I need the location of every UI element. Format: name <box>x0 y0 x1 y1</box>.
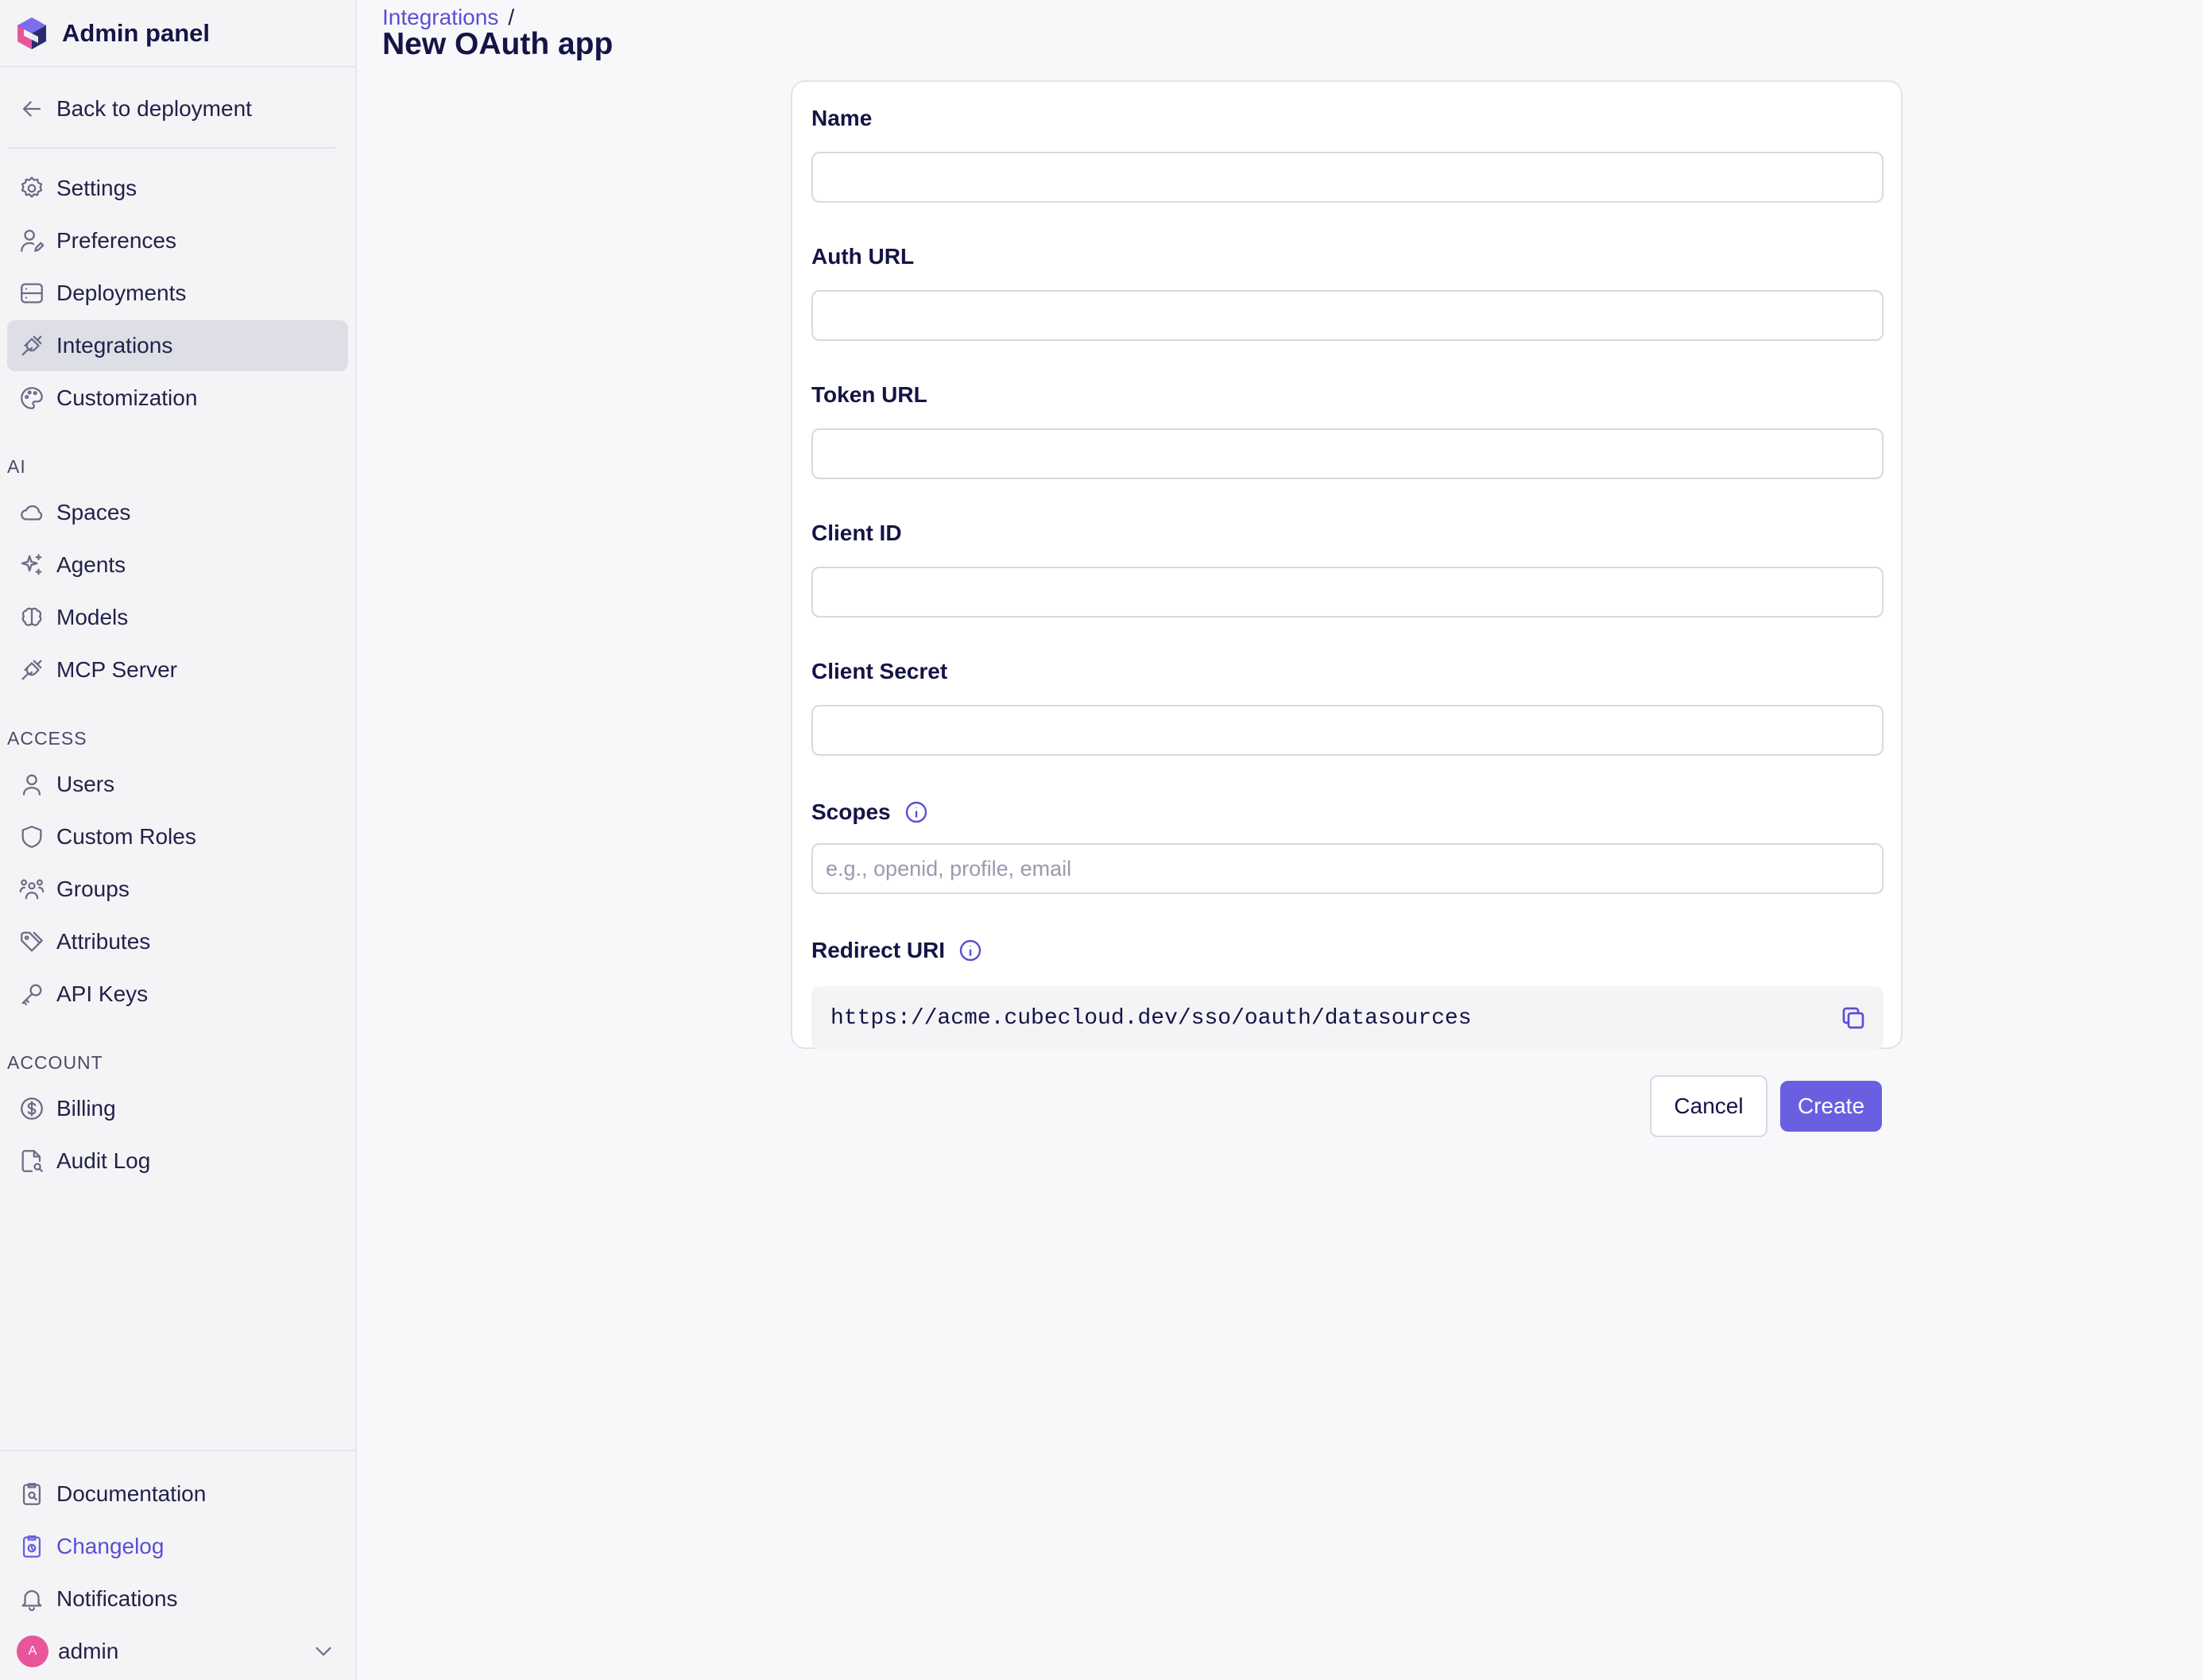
sidebar-item-label: Attributes <box>56 929 151 954</box>
doc-search-icon <box>18 1481 45 1508</box>
copy-icon[interactable] <box>1839 1004 1868 1032</box>
info-icon[interactable] <box>904 799 929 825</box>
sidebar-item-label: Custom Roles <box>56 824 196 849</box>
key-icon <box>18 981 45 1008</box>
create-button[interactable]: Create <box>1780 1081 1882 1132</box>
sidebar-item-custom-roles[interactable]: Custom Roles <box>7 811 348 862</box>
sidebar-divider <box>7 147 336 149</box>
sidebar-item-mcp-server[interactable]: MCP Server <box>7 645 348 695</box>
arrow-left-icon <box>18 95 45 122</box>
client-secret-input[interactable] <box>811 705 1884 756</box>
user-name: admin <box>58 1639 119 1663</box>
scopes-label-row: Scopes <box>811 794 1882 830</box>
gear-icon <box>18 175 45 202</box>
sidebar-item-label: Deployments <box>56 281 187 305</box>
client-id-input[interactable] <box>811 567 1884 617</box>
sidebar-item-label: Users <box>56 772 115 796</box>
sidebar-item-label: Notifications <box>56 1586 178 1611</box>
sidebar-item-changelog[interactable]: Changelog <box>7 1521 348 1572</box>
section-label-account: ACCOUNT <box>7 1052 103 1073</box>
sidebar-item-label: Settings <box>56 176 137 200</box>
sidebar-footer: Documentation Changelog Notifications A … <box>0 1450 355 1680</box>
redirect-uri-field: https://acme.cubecloud.dev/sso/oauth/dat… <box>811 986 1884 1050</box>
name-input[interactable] <box>811 152 1884 203</box>
sidebar-item-label: Models <box>56 605 129 629</box>
plug-icon <box>18 332 45 359</box>
oauth-app-form: Name Auth URL Token URL Client ID Client… <box>791 80 1903 1137</box>
section-label-ai: AI <box>7 456 26 477</box>
scopes-input[interactable] <box>811 843 1884 894</box>
main-content: Integrations / New OAuth app Name Auth U… <box>357 0 2203 1680</box>
sidebar-item-deployments[interactable]: Deployments <box>7 268 348 319</box>
sidebar-item-agents[interactable]: Agents <box>7 540 348 590</box>
sidebar-item-preferences[interactable]: Preferences <box>7 215 348 266</box>
sidebar-item-label: MCP Server <box>56 657 177 682</box>
redirect-uri-label-row: Redirect URI <box>811 932 1882 969</box>
info-icon[interactable] <box>958 938 983 963</box>
sidebar-item-customization[interactable]: Customization <box>7 373 348 424</box>
client-id-label: Client ID <box>811 521 902 545</box>
sidebar-item-label: Billing <box>56 1096 116 1121</box>
redirect-uri-label: Redirect URI <box>811 938 946 962</box>
user-edit-icon <box>18 227 45 254</box>
back-to-deployment-link[interactable]: Back to deployment <box>7 83 348 134</box>
sparkles-icon <box>18 552 45 579</box>
auth-url-label: Auth URL <box>811 244 915 269</box>
sidebar-item-spaces[interactable]: Spaces <box>7 487 348 538</box>
sidebar-item-label: Customization <box>56 385 198 410</box>
brand-title: Admin panel <box>62 18 211 47</box>
scopes-label: Scopes <box>811 799 891 824</box>
server-icon <box>18 280 45 307</box>
users-icon <box>18 876 45 903</box>
sidebar-item-label: Documentation <box>56 1481 207 1506</box>
sidebar-item-notifications[interactable]: Notifications <box>7 1574 348 1624</box>
token-url-input[interactable] <box>811 428 1884 479</box>
sidebar-item-label: Changelog <box>56 1534 165 1558</box>
sidebar-item-settings[interactable]: Settings <box>7 163 348 214</box>
cancel-button[interactable]: Cancel <box>1650 1075 1767 1137</box>
section-label-access: ACCESS <box>7 728 87 749</box>
plug-icon <box>18 656 45 683</box>
name-label: Name <box>811 106 873 130</box>
back-label: Back to deployment <box>56 96 252 121</box>
sidebar-item-label: Spaces <box>56 500 131 525</box>
sidebar-item-models[interactable]: Models <box>7 592 348 643</box>
changelog-icon <box>18 1533 45 1560</box>
user-menu[interactable]: A admin <box>7 1626 348 1677</box>
cube-logo-icon <box>17 17 46 49</box>
user-icon <box>18 771 45 798</box>
palette-icon <box>18 385 45 412</box>
sidebar-item-label: Groups <box>56 877 130 901</box>
brain-icon <box>18 604 45 631</box>
sidebar-item-label: API Keys <box>56 981 149 1006</box>
auth-url-input[interactable] <box>811 290 1884 341</box>
sidebar-item-groups[interactable]: Groups <box>7 864 348 915</box>
file-search-icon <box>18 1148 45 1175</box>
cloud-icon <box>18 499 45 526</box>
sidebar-item-label: Integrations <box>56 333 173 358</box>
bell-icon <box>18 1585 45 1612</box>
redirect-uri-value: https://acme.cubecloud.dev/sso/oauth/dat… <box>830 1005 1472 1031</box>
chevron-down-icon <box>310 1638 337 1665</box>
avatar: A <box>17 1635 48 1667</box>
page-title: New OAuth app <box>382 27 614 61</box>
brand: Admin panel <box>0 0 355 68</box>
sidebar-item-users[interactable]: Users <box>7 759 348 810</box>
dollar-icon <box>18 1095 45 1122</box>
sidebar-item-attributes[interactable]: Attributes <box>7 916 348 967</box>
sidebar-item-billing[interactable]: Billing <box>7 1083 348 1134</box>
tag-icon <box>18 928 45 955</box>
form-actions: Cancel Create <box>811 1075 1882 1137</box>
shield-icon <box>18 823 45 850</box>
sidebar: Admin panel Back to deployment Settings … <box>0 0 357 1680</box>
sidebar-item-label: Audit Log <box>56 1148 151 1173</box>
sidebar-item-label: Preferences <box>56 228 176 253</box>
sidebar-item-api-keys[interactable]: API Keys <box>7 969 348 1020</box>
sidebar-item-audit-log[interactable]: Audit Log <box>7 1136 348 1186</box>
sidebar-item-label: Agents <box>56 552 126 577</box>
token-url-label: Token URL <box>811 382 927 407</box>
client-secret-label: Client Secret <box>811 659 948 683</box>
sidebar-item-documentation[interactable]: Documentation <box>7 1469 348 1519</box>
sidebar-item-integrations[interactable]: Integrations <box>7 320 348 371</box>
